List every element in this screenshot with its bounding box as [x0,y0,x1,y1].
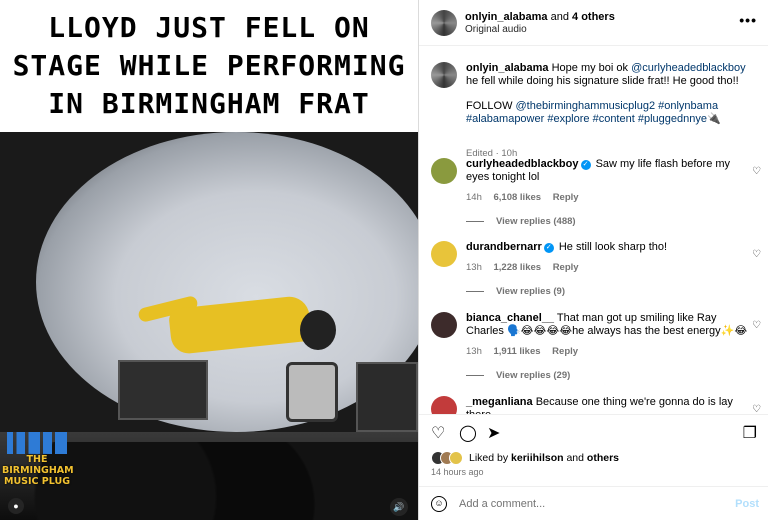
stage-speaker [356,362,418,432]
comment-like-icon[interactable]: ♡ [752,249,761,260]
paper-plane-icon[interactable]: ➤ [487,423,500,443]
emoji-icon[interactable]: ☺ [431,496,447,512]
liked-user-link[interactable]: keriihilson [511,452,564,464]
comment-avatar[interactable] [431,396,457,414]
comment-input[interactable] [459,495,719,513]
replies-divider [466,290,484,292]
caption-text-before: Hope my boi ok [551,62,632,74]
video-caption-line-3: IN BIRMINGHAM FRAT [48,87,370,120]
comment-reply-button[interactable]: Reply [552,346,578,357]
caption-text-after: he fell while doing his signature slide … [466,75,739,87]
coauthors-link[interactable]: 4 others [572,11,615,23]
comment-time: 14h [466,192,482,203]
stage-speaker [118,360,208,420]
replies-divider [466,374,484,376]
view-replies-label: View replies (29) [496,370,571,381]
view-replies-label: View replies (9) [496,286,565,297]
comment-reply-button[interactable]: Reply [553,192,579,203]
comment-username[interactable]: durandbernarr [466,241,542,253]
comment-icon[interactable]: ◯ [459,423,477,443]
caption-mention[interactable]: @curlyheadedblackboy [631,62,746,74]
comment-like-icon[interactable]: ♡ [752,166,761,177]
caption-avatar[interactable] [431,62,457,88]
add-comment-bar: ☺ Post [419,486,768,520]
heart-icon[interactable]: ♡ [431,423,445,443]
author-avatar[interactable] [431,10,457,36]
comment-likes[interactable]: 6,108 likes [494,192,542,203]
video-caption-line-1: LLOYD JUST FELL ON [48,11,370,44]
comment-avatar[interactable] [431,158,457,184]
video-caption: LLOYD JUST FELL ON STAGE WHILE PERFORMIN… [0,9,418,123]
stage-fan [286,362,338,422]
comment-avatar[interactable] [431,241,457,267]
video-caption-line-2: STAGE WHILE PERFORMING [12,49,406,82]
author-names: onlyin_alabama and 4 others [465,10,615,24]
replies-divider [466,220,484,222]
video-player[interactable]: THE BIRMINGHAM MUSIC PLUG ● 🔊 [0,132,418,520]
liked-others-link[interactable]: others [587,452,619,464]
liked-avatar [449,451,463,465]
video-caption-band: LLOYD JUST FELL ON STAGE WHILE PERFORMIN… [0,0,418,132]
view-replies-label: View replies (488) [496,216,576,227]
user-tag-icon[interactable]: ● [8,498,24,514]
view-replies-button[interactable]: View replies (9) [466,286,565,297]
comment-text: curlyheadedblackboy ✓ Saw my life flash b… [466,158,750,184]
comments-list[interactable]: onlyin_alabama Hope my boi ok @curlyhead… [419,46,768,414]
post-header: onlyin_alabama and 4 others Original aud… [419,0,768,46]
plug-emoji: 🔌 [706,113,721,125]
comment-time: 13h [466,346,482,357]
bookmark-icon[interactable]: ❐ [743,423,757,443]
comment-meta: 13h 1,228 likes Reply [466,262,588,273]
view-replies-button[interactable]: View replies (488) [466,216,576,227]
speaker-icon[interactable]: 🔊 [390,498,408,516]
comment-reply-button[interactable]: Reply [553,262,579,273]
comment-like-icon[interactable]: ♡ [752,320,761,331]
comment-time: 13h [466,262,482,273]
comment-meta: 13h 1,911 likes Reply [466,346,587,357]
performer-head [300,310,336,350]
comment-username[interactable]: curlyheadedblackboy [466,158,579,170]
comment-meta: 14h 6,108 likes Reply [466,192,588,203]
post-media[interactable]: LLOYD JUST FELL ON STAGE WHILE PERFORMIN… [0,0,418,520]
comment-text: _meganliana Because one thing we're gonn… [466,396,750,414]
comment-username[interactable]: _meganliana [466,396,533,408]
caption-follow-prefix: FOLLOW [466,100,516,112]
view-replies-button[interactable]: View replies (29) [466,370,570,381]
comment-avatar[interactable] [431,312,457,338]
comment-body: He still look sharp tho! [558,241,668,253]
verified-badge-icon: ✓ [543,243,554,253]
caption-follow-link[interactable]: @thebirminghammusicplug2 [516,100,656,112]
caption-username[interactable]: onlyin_alabama [466,62,549,74]
more-options-icon[interactable]: ••• [739,12,757,28]
post-actions-bar: ♡ ◯ ➤ ❐ Liked by keriihilson and others … [419,414,768,486]
comment-likes[interactable]: 1,228 likes [494,262,542,273]
audio-link[interactable]: Original audio [465,24,527,35]
comment-username[interactable]: bianca_chanel__ [466,312,554,324]
author-joiner: and [550,11,569,23]
liked-by-avatars[interactable] [431,451,465,465]
author-username[interactable]: onlyin_alabama [465,11,548,23]
watermark-text: THE BIRMINGHAM MUSIC PLUG [2,454,74,487]
comment-text: bianca_chanel__ That man got up smiling … [466,312,750,338]
comment-text: durandbernarr ✓ He still look sharp tho! [466,241,750,254]
liked-prefix: Liked by [469,452,512,464]
liked-joiner: and [563,452,587,464]
comment-likes[interactable]: 1,911 likes [494,346,541,357]
liked-by-text: Liked by keriihilson and others [469,452,619,464]
caption-text: onlyin_alabama Hope my boi ok @curlyhead… [466,62,750,126]
post-side-panel: onlyin_alabama and 4 others Original aud… [418,0,768,520]
skyline-icon [7,432,67,454]
post-timestamp[interactable]: 14 hours ago [431,467,484,477]
verified-badge-icon: ✓ [580,160,591,170]
post-comment-button[interactable]: Post [735,498,759,510]
comment-like-icon[interactable]: ♡ [752,404,761,414]
